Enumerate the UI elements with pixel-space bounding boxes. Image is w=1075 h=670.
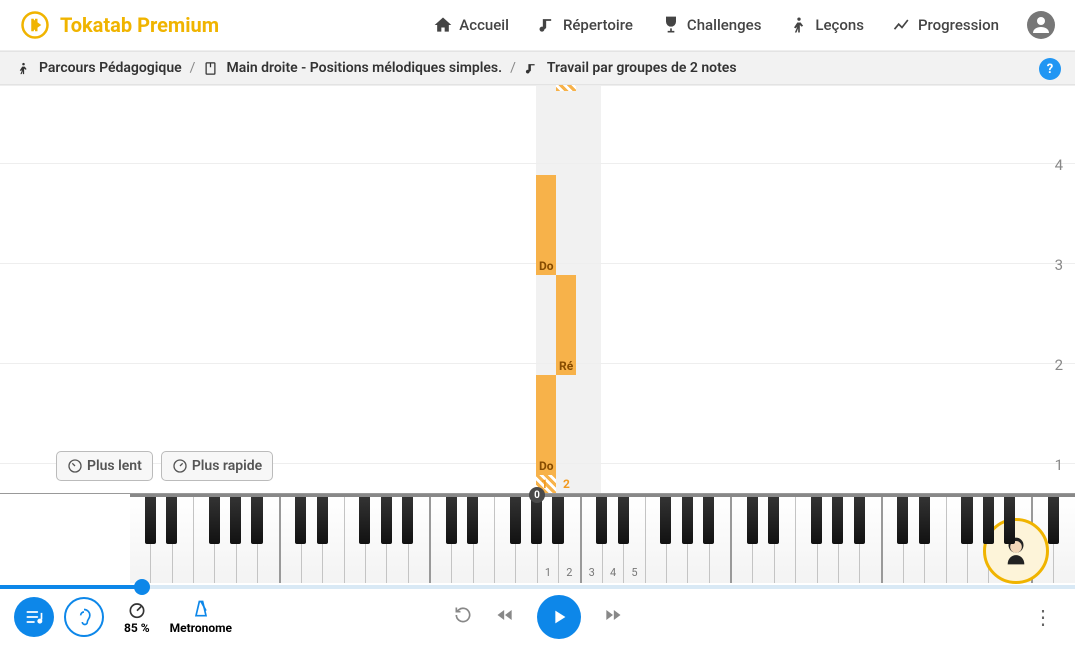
player-bar: 85 % Metronome ⋮ — [0, 589, 1075, 645]
white-key[interactable] — [947, 497, 968, 583]
help-icon[interactable]: ? — [1039, 58, 1061, 80]
beat-4: 4 — [1055, 156, 1063, 174]
black-key[interactable] — [768, 497, 779, 544]
beat-2: 2 — [1055, 356, 1063, 374]
sheet-toggle-button[interactable] — [14, 597, 54, 637]
black-key[interactable] — [531, 497, 542, 544]
black-key[interactable] — [961, 497, 972, 544]
rewind-button[interactable] — [495, 605, 515, 629]
keyboard-area: 0 12345 — [0, 493, 1075, 583]
black-key[interactable] — [446, 497, 457, 544]
note-roll: 4 3 2 1 Do Ré Do 1 2 Plus lent Plus rapi… — [0, 85, 1075, 493]
nav-repertoire-label: Répertoire — [563, 16, 633, 34]
black-key[interactable] — [145, 497, 156, 544]
black-key[interactable] — [402, 497, 413, 544]
breadcrumb-level1[interactable]: Parcours Pédagogique — [39, 60, 182, 76]
nav-home[interactable]: Accueil — [433, 15, 509, 35]
black-key[interactable] — [1004, 497, 1015, 544]
tempo-slower-button[interactable]: Plus lent — [56, 451, 153, 481]
nav-challenges-label: Challenges — [687, 16, 762, 34]
beat-1: 1 — [1055, 456, 1063, 474]
black-key[interactable] — [230, 497, 241, 544]
white-key[interactable] — [281, 497, 302, 583]
white-key[interactable] — [345, 497, 366, 583]
tempo-faster-button[interactable]: Plus rapide — [161, 451, 273, 481]
topbar: Tokatab Premium Accueil Répertoire Chall… — [0, 0, 1075, 51]
main-nav: Accueil Répertoire Challenges Leçons Pro… — [433, 11, 1055, 39]
white-key[interactable] — [130, 497, 151, 583]
black-key[interactable] — [660, 497, 671, 544]
white-key[interactable] — [194, 497, 215, 583]
forward-button[interactable] — [603, 605, 623, 629]
play-button[interactable] — [537, 595, 581, 639]
black-key[interactable] — [811, 497, 822, 544]
logo-area[interactable]: Tokatab Premium — [20, 10, 219, 40]
breadcrumb-level2[interactable]: Main droite - Positions mélodiques simpl… — [226, 60, 502, 76]
nav-repertoire[interactable]: Répertoire — [537, 15, 633, 35]
nav-home-label: Accueil — [459, 16, 509, 34]
black-key[interactable] — [747, 497, 758, 544]
black-key[interactable] — [682, 497, 693, 544]
white-key[interactable] — [646, 497, 667, 583]
white-key[interactable] — [732, 497, 753, 583]
beat-3: 3 — [1055, 256, 1063, 274]
speed-indicator[interactable]: 85 % — [124, 599, 150, 635]
piano-keyboard[interactable]: 12345 — [130, 494, 1075, 583]
black-key[interactable] — [618, 497, 629, 544]
breadcrumb-sep: / — [190, 60, 196, 76]
black-key[interactable] — [919, 497, 930, 544]
white-key[interactable] — [883, 497, 904, 583]
black-key[interactable] — [596, 497, 607, 544]
black-key[interactable] — [703, 497, 714, 544]
black-key[interactable] — [381, 497, 392, 544]
more-menu[interactable]: ⋮ — [1033, 605, 1053, 629]
black-key[interactable] — [510, 497, 521, 544]
brand-name: Tokatab Premium — [60, 13, 219, 37]
black-key[interactable] — [552, 497, 563, 544]
black-key[interactable] — [897, 497, 908, 544]
black-key[interactable] — [166, 497, 177, 544]
black-key[interactable] — [854, 497, 865, 544]
speed-value: 85 % — [124, 621, 150, 635]
middle-c-marker: 0 — [529, 487, 545, 503]
user-menu[interactable] — [1027, 11, 1055, 39]
breadcrumb-level3[interactable]: Travail par groupes de 2 notes — [547, 60, 737, 76]
note-fragment — [556, 85, 576, 91]
white-key[interactable]: 3 — [582, 497, 603, 583]
black-key[interactable] — [832, 497, 843, 544]
note-do-3: Do — [536, 375, 556, 475]
black-key[interactable] — [251, 497, 262, 544]
breadcrumb-sep: / — [510, 60, 516, 76]
black-key[interactable] — [983, 497, 994, 544]
white-key[interactable] — [495, 497, 516, 583]
note-do-2: Do — [536, 175, 556, 275]
metronome-label: Metronome — [170, 621, 232, 635]
black-key[interactable] — [1048, 497, 1059, 544]
breadcrumb: Parcours Pédagogique / Main droite - Pos… — [0, 51, 1075, 85]
black-key[interactable] — [317, 497, 328, 544]
black-key[interactable] — [467, 497, 478, 544]
white-key[interactable] — [431, 497, 452, 583]
nav-challenges[interactable]: Challenges — [661, 15, 762, 35]
nav-progression[interactable]: Progression — [892, 15, 999, 35]
metronome-toggle[interactable]: Metronome — [170, 599, 232, 635]
black-key[interactable] — [295, 497, 306, 544]
nav-lessons[interactable]: Leçons — [789, 15, 864, 35]
white-key[interactable] — [796, 497, 817, 583]
beatmark-2: 2 — [563, 477, 570, 491]
nav-lessons-label: Leçons — [815, 16, 864, 34]
ear-training-button[interactable] — [64, 597, 104, 637]
replay-button[interactable] — [453, 605, 473, 629]
nav-progression-label: Progression — [918, 16, 999, 34]
note-re: Ré — [556, 275, 576, 375]
logo-icon — [20, 10, 50, 40]
black-key[interactable] — [359, 497, 370, 544]
black-key[interactable] — [209, 497, 220, 544]
